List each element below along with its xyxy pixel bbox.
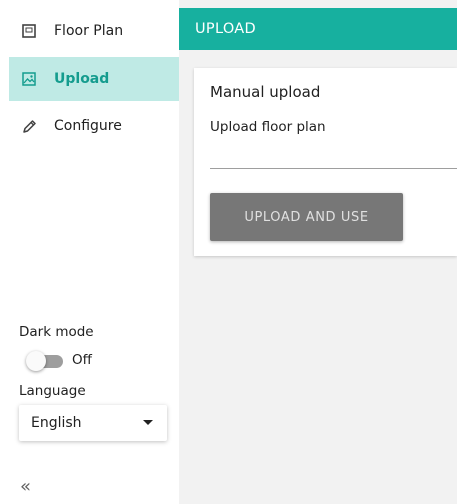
main-content: UPLOAD Manual upload Upload floor plan U…: [179, 0, 457, 504]
dark-mode-label: Dark mode: [19, 324, 94, 340]
chevron-down-icon: [143, 420, 153, 425]
sidebar-item-label: Floor Plan: [54, 23, 124, 39]
card-title: Manual upload: [210, 83, 321, 101]
toggle-thumb[interactable]: [26, 351, 46, 371]
image-icon: [21, 71, 37, 87]
sidebar-item-upload[interactable]: Upload: [9, 57, 179, 101]
sidebar-item-floor-plan[interactable]: Floor Plan: [9, 9, 179, 53]
sidebar: Floor Plan Upload Configure Dark mode Of…: [0, 0, 179, 504]
language-label: Language: [19, 383, 86, 399]
language-selected-value: English: [31, 415, 82, 431]
collapse-sidebar-icon[interactable]: «: [20, 478, 31, 496]
upload-field-label: Upload floor plan: [210, 119, 326, 135]
pencil-icon: [21, 118, 37, 134]
dark-mode-toggle[interactable]: Off: [25, 350, 95, 372]
app-bar: UPLOAD: [179, 8, 457, 50]
manual-upload-card: Manual upload Upload floor plan UPLOAD A…: [194, 68, 457, 256]
sidebar-item-label: Upload: [54, 71, 110, 87]
upload-floor-plan-input[interactable]: [210, 144, 457, 169]
sidebar-item-label: Configure: [54, 118, 122, 134]
sidebar-item-configure[interactable]: Configure: [9, 104, 179, 148]
upload-and-use-button[interactable]: UPLOAD AND USE: [210, 193, 403, 241]
page-title: UPLOAD: [195, 21, 256, 37]
toggle-state-label: Off: [72, 352, 92, 368]
language-select[interactable]: English: [19, 405, 167, 441]
floor-plan-icon: [21, 23, 37, 39]
